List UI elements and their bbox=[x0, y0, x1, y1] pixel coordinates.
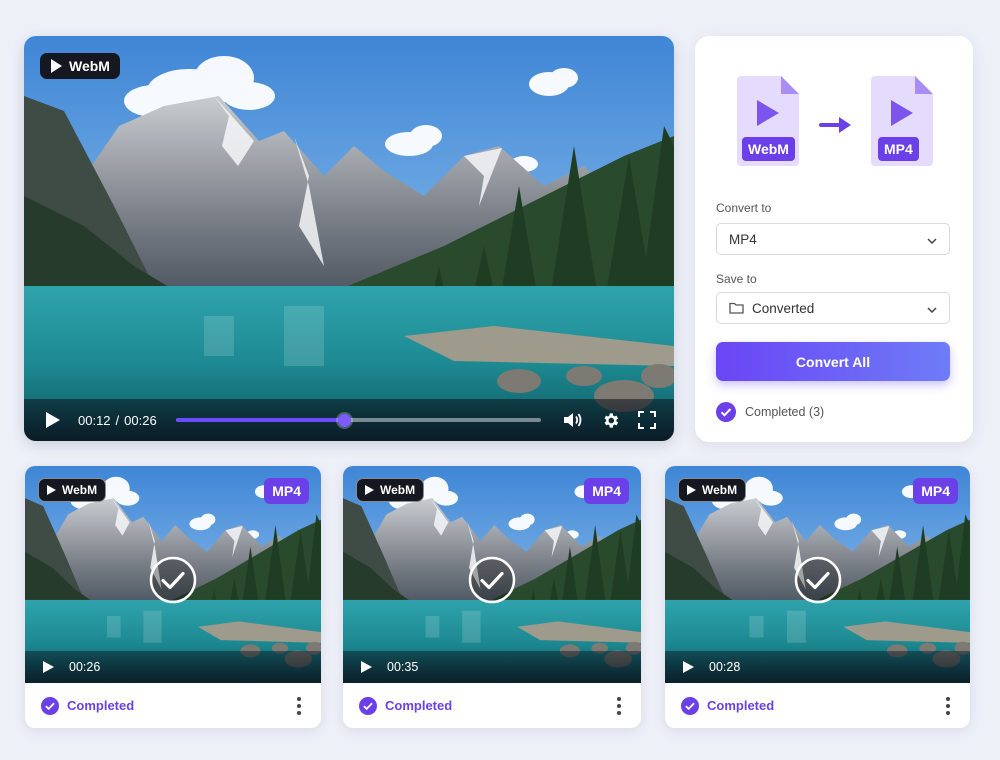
converted-video-card[interactable]: WebM MP4 00:28 Completed bbox=[665, 466, 970, 728]
card-footer: Completed bbox=[25, 683, 321, 728]
video-thumbnail[interactable]: WebM MP4 00:26 bbox=[25, 466, 321, 683]
source-format-badge: WebM bbox=[356, 478, 425, 502]
save-to-label: Save to bbox=[716, 272, 757, 286]
check-overlay-icon bbox=[794, 556, 842, 609]
main-video-player[interactable]: WebM 00:12/00:26 bbox=[24, 36, 674, 441]
convert-all-button[interactable]: Convert All bbox=[716, 342, 950, 381]
video-thumbnail[interactable]: WebM MP4 00:35 bbox=[343, 466, 641, 683]
status-label: Completed bbox=[67, 698, 135, 713]
volume-icon[interactable] bbox=[563, 411, 583, 429]
converted-video-card[interactable]: WebM MP4 00:35 Completed bbox=[343, 466, 641, 728]
card-footer: Completed bbox=[665, 683, 970, 728]
completed-summary[interactable]: Completed (3) bbox=[716, 402, 824, 422]
card-controls: 00:28 bbox=[665, 651, 970, 683]
source-format-tag: WebM bbox=[742, 137, 795, 161]
check-overlay-icon bbox=[468, 556, 516, 609]
play-icon bbox=[47, 485, 56, 495]
check-circle-icon bbox=[359, 696, 377, 715]
check-circle-icon bbox=[681, 696, 699, 715]
source-format-badge: WebM bbox=[40, 53, 120, 79]
convert-to-label: Convert to bbox=[716, 201, 772, 215]
video-frame bbox=[24, 36, 674, 441]
target-format-badge: MP4 bbox=[264, 478, 309, 504]
source-format-label: WebM bbox=[62, 483, 98, 497]
duration: 00:35 bbox=[387, 660, 419, 674]
duration: 00:28 bbox=[709, 660, 741, 674]
source-format-badge: WebM bbox=[38, 478, 107, 502]
time-separator: / bbox=[115, 412, 120, 428]
source-format-badge: WebM bbox=[678, 478, 747, 502]
chevron-down-icon bbox=[927, 232, 937, 247]
arrow-right-icon bbox=[819, 116, 853, 139]
play-icon bbox=[51, 59, 62, 73]
convert-to-select[interactable]: MP4 bbox=[716, 223, 950, 255]
save-to-value: Converted bbox=[752, 300, 815, 316]
convert-to-value: MP4 bbox=[729, 231, 757, 247]
conversion-panel: WebM MP4 Convert to MP4 Save to Converte… bbox=[695, 36, 973, 442]
fullscreen-icon[interactable] bbox=[638, 411, 656, 429]
video-thumbnail[interactable]: WebM MP4 00:28 bbox=[665, 466, 970, 683]
play-button[interactable] bbox=[43, 661, 54, 673]
play-icon bbox=[365, 485, 374, 495]
card-controls: 00:35 bbox=[343, 651, 641, 683]
more-vertical-icon[interactable] bbox=[942, 695, 954, 717]
status-label: Completed bbox=[385, 698, 453, 713]
check-overlay-icon bbox=[149, 556, 197, 609]
source-format-label: WebM bbox=[69, 58, 110, 74]
converted-video-card[interactable]: WebM MP4 00:26 Completed bbox=[25, 466, 321, 728]
status-badge: Completed bbox=[41, 696, 135, 715]
status-badge: Completed bbox=[681, 696, 775, 715]
target-format-badge: MP4 bbox=[913, 478, 958, 504]
landscape-preview bbox=[24, 36, 674, 441]
check-circle-icon bbox=[716, 402, 736, 422]
duration: 00:26 bbox=[69, 660, 101, 674]
source-format-label: WebM bbox=[702, 483, 738, 497]
card-footer: Completed bbox=[343, 683, 641, 728]
target-format-badge: MP4 bbox=[584, 478, 629, 504]
player-controls: 00:12/00:26 bbox=[24, 399, 674, 441]
gear-icon[interactable] bbox=[601, 411, 620, 430]
more-vertical-icon[interactable] bbox=[293, 695, 305, 717]
status-label: Completed bbox=[707, 698, 775, 713]
seek-bar-fill bbox=[175, 418, 344, 422]
duration: 00:26 bbox=[124, 412, 157, 428]
play-button[interactable] bbox=[361, 661, 372, 673]
save-to-select[interactable]: Converted bbox=[716, 292, 950, 324]
time-display: 00:12/00:26 bbox=[78, 413, 157, 428]
completed-summary-label: Completed (3) bbox=[745, 405, 825, 419]
seek-bar[interactable] bbox=[175, 413, 541, 427]
status-badge: Completed bbox=[359, 696, 453, 715]
play-button[interactable] bbox=[46, 412, 60, 428]
chevron-down-icon bbox=[927, 301, 937, 316]
folder-icon bbox=[729, 302, 744, 314]
current-time: 00:12 bbox=[78, 412, 111, 428]
play-button[interactable] bbox=[683, 661, 694, 673]
more-vertical-icon[interactable] bbox=[613, 695, 625, 717]
play-icon bbox=[687, 485, 696, 495]
card-controls: 00:26 bbox=[25, 651, 321, 683]
source-format-label: WebM bbox=[380, 483, 416, 497]
check-circle-icon bbox=[41, 696, 59, 715]
seek-handle[interactable] bbox=[337, 413, 351, 427]
target-format-tag: MP4 bbox=[878, 137, 919, 161]
